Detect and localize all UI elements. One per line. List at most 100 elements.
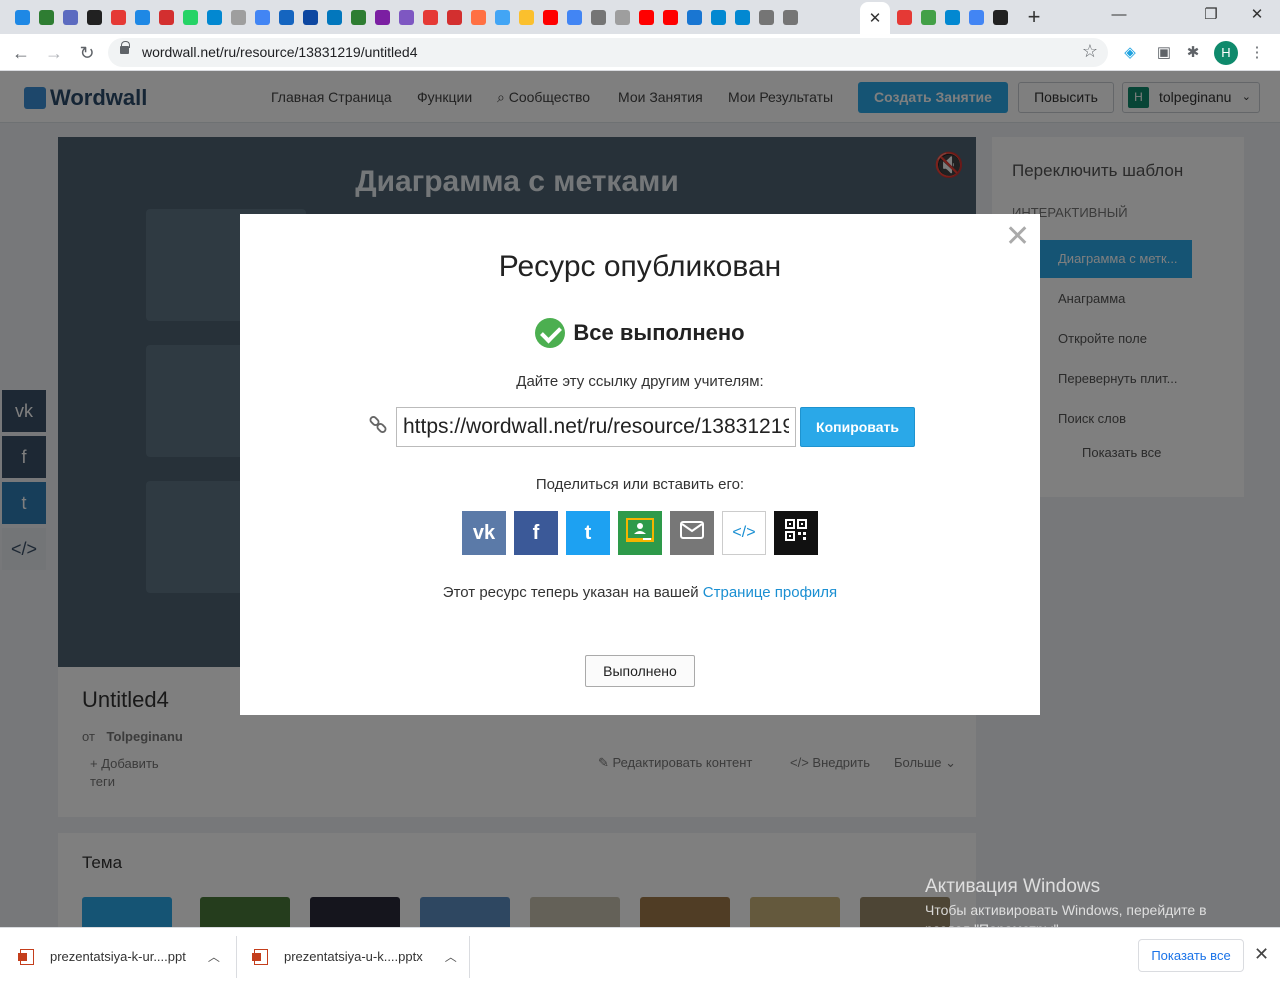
reload-icon[interactable]: ↻ <box>74 40 100 66</box>
embed-icon: </> <box>732 524 756 541</box>
embed-share-button[interactable]: </> <box>722 511 766 555</box>
tab-favicon-icon[interactable] <box>154 7 178 27</box>
show-all-downloads-button[interactable]: Показать все <box>1138 939 1244 972</box>
restore-icon[interactable]: ❐ <box>1188 4 1234 26</box>
facebook-icon: f <box>532 521 540 544</box>
google-classroom-share-button[interactable] <box>618 511 662 555</box>
close-tab-icon[interactable]: ✕ <box>869 9 882 27</box>
download-divider <box>236 936 237 978</box>
minimize-icon[interactable]: — <box>1096 4 1142 26</box>
qr-code-icon <box>785 519 807 547</box>
email-share-button[interactable] <box>670 511 714 555</box>
share-link-field[interactable] <box>396 407 796 447</box>
tab-favicon-icon[interactable] <box>34 7 58 27</box>
status-text: Все выполнено <box>573 320 745 345</box>
tab-favicon-icon[interactable] <box>940 7 964 27</box>
tab-favicon-icon[interactable] <box>394 7 418 27</box>
tab-favicon-icon[interactable] <box>682 7 706 27</box>
tab-favicon-icon[interactable] <box>322 7 346 27</box>
browser-tab-strip: ✕ + — ❐ ✕ <box>0 0 1280 34</box>
tab-favicons-right <box>892 7 1012 27</box>
browser-menu-icon[interactable]: ⋮ <box>1246 42 1268 64</box>
tab-favicon-icon[interactable] <box>610 7 634 27</box>
tab-favicon-icon[interactable] <box>82 7 106 27</box>
share-embed-label: Поделиться или вставить его: <box>535 476 745 493</box>
forward-arrow-icon[interactable]: → <box>41 40 67 66</box>
profile-avatar[interactable]: H <box>1214 41 1238 65</box>
tab-favicon-icon[interactable] <box>106 7 130 27</box>
tab-favicon-icon[interactable] <box>178 7 202 27</box>
tab-favicon-icon[interactable] <box>418 7 442 27</box>
status-row: Все выполнено <box>240 318 1040 348</box>
address-url[interactable]: wordwall.net/ru/resource/13831219/untitl… <box>142 44 418 60</box>
chevron-up-icon[interactable]: ︿ <box>208 948 220 965</box>
link-icon <box>369 416 387 433</box>
google-classroom-icon <box>625 517 655 549</box>
tab-favicon-icon[interactable] <box>988 7 1012 27</box>
chevron-up-icon[interactable]: ︿ <box>445 948 457 965</box>
tab-favicon-icon[interactable] <box>730 7 754 27</box>
tab-favicon-icon[interactable] <box>538 7 562 27</box>
tab-favicon-icon[interactable] <box>754 7 778 27</box>
done-button[interactable]: Выполнено <box>585 655 695 687</box>
browser-toolbar: ← → ↻ wordwall.net/ru/resource/13831219/… <box>0 34 1280 71</box>
close-downloads-icon[interactable]: ✕ <box>1254 944 1269 965</box>
downloads-bar: prezentatsiya-k-ur....ppt ︿ prezentatsiy… <box>0 927 1280 984</box>
tab-favicon-icon[interactable] <box>370 7 394 27</box>
tab-favicon-icon[interactable] <box>634 7 658 27</box>
tab-favicon-icon[interactable] <box>10 7 34 27</box>
back-arrow-icon[interactable]: ← <box>8 40 34 66</box>
check-circle-icon <box>535 318 566 348</box>
tab-favicon-icon[interactable] <box>274 7 298 27</box>
twitter-icon: t <box>584 521 592 544</box>
tab-favicon-icon[interactable] <box>562 7 586 27</box>
extension-off-icon[interactable]: ▣ <box>1153 42 1175 64</box>
tab-favicon-icon[interactable] <box>514 7 538 27</box>
tab-favicon-icon[interactable] <box>130 7 154 27</box>
tab-favicon-icon[interactable] <box>892 7 916 27</box>
tab-favicons <box>10 7 802 27</box>
twitter-share-button[interactable]: t <box>566 511 610 555</box>
tab-favicon-icon[interactable] <box>202 7 226 27</box>
download-filename: prezentatsiya-k-ur....ppt <box>50 949 186 964</box>
copy-button[interactable]: Копировать <box>800 407 915 447</box>
tab-favicon-icon[interactable] <box>58 7 82 27</box>
tab-favicon-icon[interactable] <box>778 7 802 27</box>
profile-page-link[interactable]: Странице профиля <box>703 584 837 601</box>
lock-icon <box>120 41 130 54</box>
tab-favicon-icon[interactable] <box>586 7 610 27</box>
email-icon <box>680 521 704 545</box>
download-item[interactable]: prezentatsiya-u-k....pptx ︿ <box>252 928 457 984</box>
tab-favicon-icon[interactable] <box>706 7 730 27</box>
extension-diamond-icon[interactable]: ◈ <box>1119 42 1141 64</box>
tab-favicon-icon[interactable] <box>346 7 370 27</box>
tab-favicon-icon[interactable] <box>298 7 322 27</box>
vk-icon: vk <box>472 521 496 544</box>
tab-favicon-icon[interactable] <box>466 7 490 27</box>
tab-favicon-icon[interactable] <box>250 7 274 27</box>
share-buttons: vk f t </> <box>462 511 818 555</box>
facebook-share-button[interactable]: f <box>514 511 558 555</box>
share-link-prompt: Дайте эту ссылку другим учителям: <box>516 373 764 390</box>
resource-published-dialog: ✕ Ресурс опубликован Все выполнено Дайте… <box>240 214 1040 715</box>
active-tab[interactable]: ✕ <box>860 2 890 34</box>
qr-code-share-button[interactable] <box>774 511 818 555</box>
download-divider <box>469 936 470 978</box>
close-icon[interactable]: ✕ <box>1005 222 1030 252</box>
extensions-puzzle-icon[interactable]: ✱ <box>1182 42 1204 64</box>
dialog-title: Ресурс опубликован <box>498 250 782 283</box>
bookmark-star-icon[interactable]: ☆ <box>1082 41 1098 62</box>
tab-favicon-icon[interactable] <box>226 7 250 27</box>
tab-favicon-icon[interactable] <box>658 7 682 27</box>
tab-favicon-icon[interactable] <box>442 7 466 27</box>
tab-favicon-icon[interactable] <box>490 7 514 27</box>
address-bar[interactable]: wordwall.net/ru/resource/13831219/untitl… <box>108 38 1108 67</box>
tab-favicon-icon[interactable] <box>916 7 940 27</box>
vk-share-button[interactable]: vk <box>462 511 506 555</box>
tab-favicon-icon[interactable] <box>964 7 988 27</box>
download-item[interactable]: prezentatsiya-k-ur....ppt ︿ <box>18 928 220 984</box>
new-tab-button[interactable]: + <box>1022 4 1046 30</box>
powerpoint-file-icon <box>252 948 268 965</box>
powerpoint-file-icon <box>18 948 34 965</box>
close-window-icon[interactable]: ✕ <box>1234 4 1280 26</box>
